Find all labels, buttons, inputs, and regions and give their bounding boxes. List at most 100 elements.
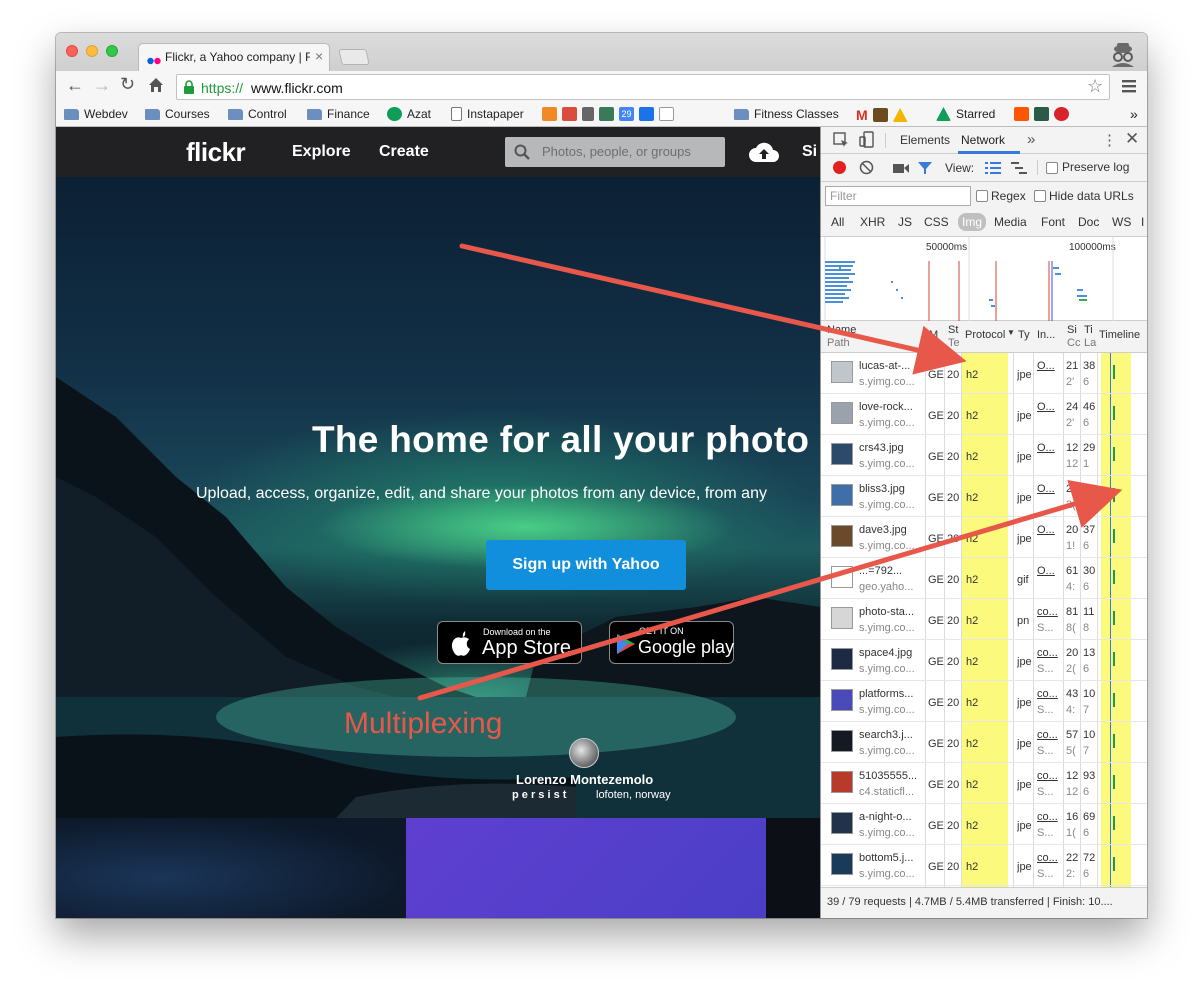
bookmark-instapaper[interactable]: Instapaper [451, 107, 524, 121]
menu-icon[interactable] [1122, 79, 1136, 98]
forward-button[interactable]: → [93, 75, 111, 96]
new-tab-button[interactable] [338, 49, 370, 65]
col-timeline[interactable]: Timeline [1099, 329, 1140, 341]
request-status: 20 [947, 574, 960, 586]
request-status: 20 [947, 656, 960, 668]
address-bar[interactable]: https:// www.flickr.com ☆ [176, 74, 1110, 100]
request-initiator-sub: S... [1037, 786, 1054, 798]
request-row[interactable]: love-rock... s.yimg.co... GE 20 h2 jpe O... 24 2… [821, 394, 1147, 435]
col-protocol[interactable]: Protocol [965, 329, 1005, 341]
col-path[interactable]: Path [827, 337, 850, 349]
type-filter-xhr[interactable]: XHR [860, 215, 885, 229]
bookmark-star-icon[interactable]: ☆ [1087, 76, 1103, 97]
request-latency: 8 [1083, 622, 1090, 634]
starry-photo-tile[interactable] [56, 818, 406, 918]
request-type: jpe [1017, 738, 1032, 750]
minimize-window-button[interactable] [86, 45, 98, 57]
request-row[interactable]: lucas-at-... s.yimg.co... GE 20 h2 jpe O... 21 2… [821, 353, 1147, 394]
flickr-search-input[interactable]: Photos, people, or groups [505, 137, 725, 167]
request-row[interactable]: platforms... s.yimg.co... GE 20 h2 jpe co... S.… [821, 681, 1147, 722]
hide-data-urls-checkbox[interactable] [1034, 190, 1046, 202]
bookmark-control[interactable]: Control [228, 107, 287, 121]
network-overview[interactable]: 50000ms 100000ms [821, 237, 1147, 321]
close-tab-icon[interactable]: × [315, 48, 323, 64]
request-row[interactable]: crs43.jpg s.yimg.co... GE 20 h2 jpe O... 12 12 29… [821, 435, 1147, 476]
col-type[interactable]: Ty [1018, 329, 1030, 341]
bookmark-courses[interactable]: Courses [145, 107, 210, 121]
extension-icons-2[interactable]: M [856, 107, 908, 123]
more-tabs-button[interactable]: » [1027, 131, 1035, 148]
request-row[interactable]: bottom5.j... s.yimg.co... GE 20 h2 jpe co... S.… [821, 845, 1147, 886]
type-filter-img[interactable]: Img [958, 213, 987, 231]
extension-icons[interactable]: 29 [542, 107, 674, 121]
col-status[interactable]: St [948, 324, 958, 336]
col-name[interactable]: Name [827, 324, 856, 336]
request-time: 53 [1083, 483, 1096, 495]
close-window-button[interactable] [66, 45, 78, 57]
tab-network[interactable]: Network [961, 133, 1005, 147]
inspect-element-icon[interactable] [833, 132, 849, 151]
col-method[interactable]: M [929, 329, 938, 341]
type-filter-font[interactable]: Font [1041, 215, 1065, 229]
type-filter-ws[interactable]: WS [1112, 215, 1131, 229]
type-filter-other[interactable]: I [1141, 215, 1144, 229]
zoom-window-button[interactable] [106, 45, 118, 57]
filter-funnel-icon[interactable] [917, 161, 933, 178]
request-row[interactable]: space4.jpg s.yimg.co... GE 20 h2 jpe co... S...… [821, 640, 1147, 681]
request-protocol: h2 [966, 492, 979, 504]
regex-checkbox[interactable] [976, 190, 988, 202]
type-filter-css[interactable]: CSS [924, 215, 949, 229]
overview-waterfall-icon[interactable] [1011, 162, 1027, 177]
signup-yahoo-button[interactable]: Sign up with Yahoo [486, 540, 686, 590]
nav-signin[interactable]: Si [802, 143, 817, 161]
clear-icon[interactable] [859, 160, 874, 178]
request-row[interactable]: photo-sta... s.yimg.co... GE 20 h2 pn co... S..… [821, 599, 1147, 640]
tab-elements[interactable]: Elements [900, 133, 950, 147]
extension-icons-3[interactable] [1014, 107, 1069, 121]
request-row[interactable]: a-night-o... s.yimg.co... GE 20 h2 jpe co... S.… [821, 804, 1147, 845]
request-timeline-bar [1113, 775, 1115, 789]
col-time[interactable]: Ti [1084, 324, 1093, 336]
close-devtools-icon[interactable]: ✕ [1125, 129, 1139, 149]
bookmarks-overflow-button[interactable]: » [1130, 106, 1138, 122]
bookmark-finance[interactable]: Finance [307, 107, 370, 121]
back-button[interactable]: ← [66, 75, 84, 96]
preserve-log-checkbox[interactable] [1046, 162, 1058, 174]
bookmark-azat[interactable]: Azat [387, 107, 431, 121]
col-latency: La [1084, 337, 1097, 349]
screenshot-camera-icon[interactable] [893, 163, 909, 177]
dark-photo-tile[interactable] [766, 818, 820, 918]
request-row[interactable]: bliss3.jpg s.yimg.co... GE 20 h2 jpe O... 20 2(5… [821, 476, 1147, 517]
app-store-badge[interactable]: Download on the App Store [437, 621, 582, 664]
record-button[interactable] [833, 161, 846, 174]
google-play-badge[interactable]: GET IT ON Google play [609, 621, 734, 664]
flickr-logo[interactable]: flickr [186, 137, 246, 168]
nav-explore[interactable]: Explore [292, 143, 351, 161]
nav-create[interactable]: Create [379, 143, 429, 161]
upload-cloud-icon[interactable] [748, 141, 780, 168]
request-row[interactable]: dave3.jpg s.yimg.co... GE 20 h2 jpe O... 20 1! 37… [821, 517, 1147, 558]
request-row[interactable]: 51035555... c4.staticfl... GE 20 h2 jpe co... S… [821, 763, 1147, 804]
request-type: jpe [1017, 369, 1032, 381]
col-size[interactable]: Si [1067, 324, 1077, 336]
type-filter-media[interactable]: Media [994, 215, 1027, 229]
col-initiator[interactable]: In... [1037, 329, 1055, 341]
type-filter-all[interactable]: All [831, 215, 844, 229]
bookmark-webdev[interactable]: Webdev [64, 107, 128, 121]
device-toolbar-icon[interactable] [859, 131, 875, 152]
tab-flickr[interactable]: Flickr, a Yahoo company | F × [138, 43, 330, 71]
bookmark-fitness-classes[interactable]: Fitness Classes [734, 107, 839, 121]
type-filter-doc[interactable]: Doc [1078, 215, 1099, 229]
request-row[interactable]: search3.j... s.yimg.co... GE 20 h2 jpe co... S.… [821, 722, 1147, 763]
purple-photo-tile[interactable] [406, 818, 766, 918]
devtools-menu-icon[interactable]: ⋮ [1102, 131, 1117, 149]
large-rows-icon[interactable] [985, 162, 1001, 177]
bookmark-starred[interactable]: Starred [936, 107, 995, 121]
home-icon[interactable] [148, 77, 164, 98]
photographer-avatar[interactable] [569, 738, 599, 768]
photo-credit-name[interactable]: Lorenzo Montezemolo [516, 772, 653, 787]
type-filter-js[interactable]: JS [898, 215, 912, 229]
request-row[interactable]: ...=792... geo.yaho... GE 20 h2 gif O... 61 4: 30… [821, 558, 1147, 599]
filter-input[interactable]: Filter [825, 186, 971, 206]
reload-button[interactable]: ↻ [120, 74, 135, 95]
